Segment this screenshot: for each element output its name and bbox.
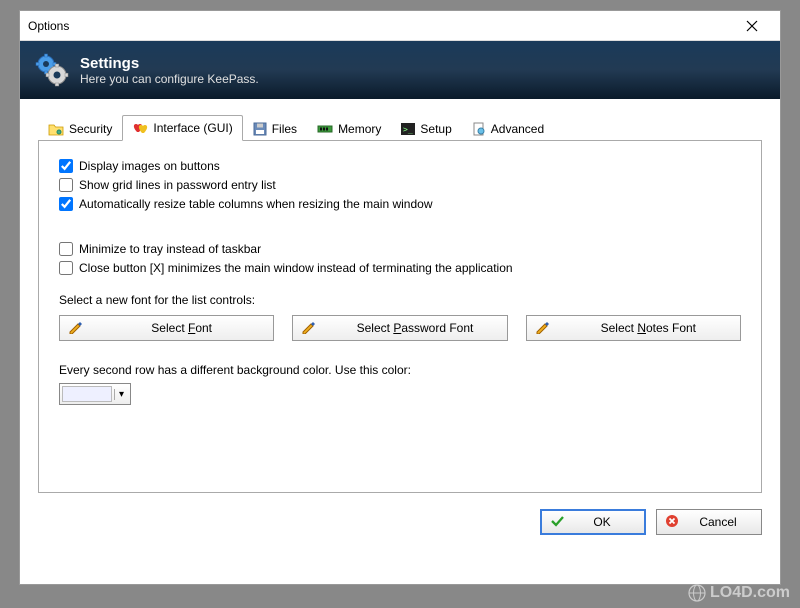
pen-icon [301,320,315,337]
tab-strip: Security Interface (GUI) Files Memory [38,113,762,141]
button-label: OK [568,515,636,529]
close-icon [746,20,758,32]
header-text: Settings Here you can configure KeePass. [80,55,259,86]
watermark: LO4D.com [688,584,790,602]
color-swatch [62,386,112,402]
settings-gear-icon [34,52,70,88]
color-section: Every second row has a different backgro… [59,363,741,405]
header-banner: Settings Here you can configure KeePass. [20,41,780,99]
window-close-button[interactable] [732,12,772,40]
floppy-icon [253,122,267,136]
tab-advanced[interactable]: Advanced [462,116,554,141]
tab-memory[interactable]: Memory [307,116,391,141]
window-title: Options [28,19,69,33]
checkbox-label: Show grid lines in password entry list [79,178,276,192]
font-section-label: Select a new font for the list controls: [59,293,741,307]
globe-icon [688,584,706,602]
dialog-footer: OK Cancel [20,493,780,551]
tab-label: Setup [420,122,451,136]
tab-setup[interactable]: >_ Setup [391,116,461,141]
header-title: Settings [80,55,259,72]
button-label: Select Password Font [331,321,498,335]
dialog-body: Security Interface (GUI) Files Memory [20,99,780,493]
checkbox-input[interactable] [59,178,73,192]
ok-button[interactable]: OK [540,509,646,535]
tab-panel-interface: Display images on buttons Show grid line… [38,141,762,493]
checkbox-input[interactable] [59,197,73,211]
pen-icon [535,320,549,337]
cancel-button[interactable]: Cancel [656,509,762,535]
folder-lock-icon [48,122,64,136]
tab-label: Security [69,122,112,136]
memory-chip-icon [317,123,333,135]
tab-files[interactable]: Files [243,116,307,141]
checkbox-auto-resize[interactable]: Automatically resize table columns when … [59,197,741,211]
color-section-label: Every second row has a different backgro… [59,363,741,377]
select-notes-font-button[interactable]: Select Notes Font [526,315,741,341]
tab-label: Memory [338,122,381,136]
tab-label: Advanced [491,122,544,136]
checkbox-show-grid[interactable]: Show grid lines in password entry list [59,178,741,192]
terminal-icon: >_ [401,123,415,135]
checkbox-input[interactable] [59,242,73,256]
checkbox-close-minimizes[interactable]: Close button [X] minimizes the main wind… [59,261,741,275]
tab-label: Files [272,122,297,136]
checkbox-label: Close button [X] minimizes the main wind… [79,261,513,275]
tab-security[interactable]: Security [38,116,122,141]
button-label: Cancel [683,515,753,529]
tab-interface[interactable]: Interface (GUI) [122,115,242,141]
gear-page-icon [472,122,486,136]
button-label: Select Notes Font [565,321,732,335]
color-picker[interactable]: ▾ [59,383,131,405]
checkbox-minimize-tray[interactable]: Minimize to tray instead of taskbar [59,242,741,256]
font-buttons-row: Select Font Select Password Font Select … [59,315,741,341]
checkbox-label: Automatically resize table columns when … [79,197,433,211]
checkbox-input[interactable] [59,261,73,275]
header-subtitle: Here you can configure KeePass. [80,72,259,86]
button-label: Select Font [98,321,265,335]
pen-icon [68,320,82,337]
checkbox-label: Display images on buttons [79,159,220,173]
dropdown-arrow-icon: ▾ [114,389,128,400]
cancel-x-icon [665,514,679,531]
check-icon [550,514,564,531]
tab-label: Interface (GUI) [153,121,232,135]
options-dialog: Options Settings He [19,10,781,585]
checkbox-label: Minimize to tray instead of taskbar [79,242,261,256]
checkbox-input[interactable] [59,159,73,173]
select-password-font-button[interactable]: Select Password Font [292,315,507,341]
svg-text:>_: >_ [403,125,413,134]
select-font-button[interactable]: Select Font [59,315,274,341]
watermark-text: LO4D.com [710,584,790,602]
titlebar: Options [20,11,780,41]
hearts-icon [132,121,148,135]
checkbox-display-images[interactable]: Display images on buttons [59,159,741,173]
